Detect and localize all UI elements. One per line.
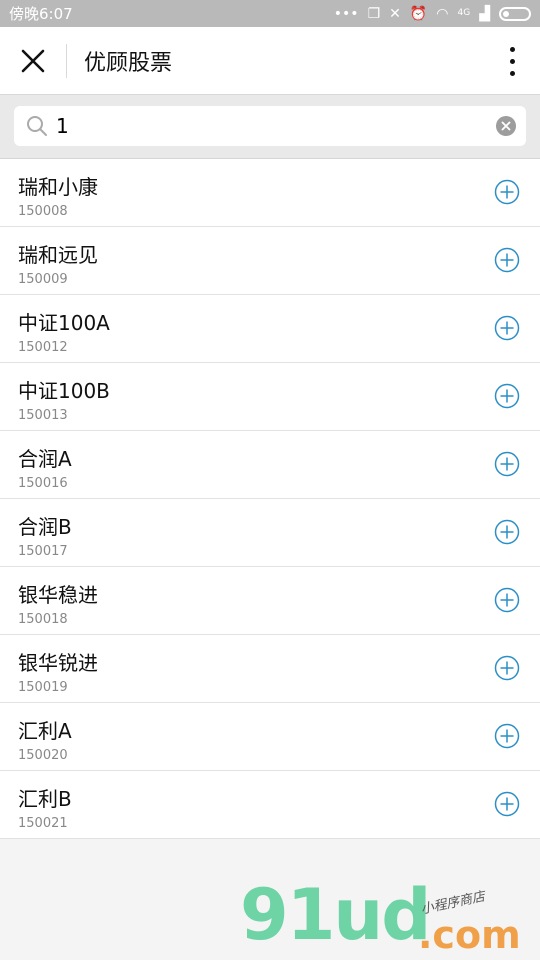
stock-name: 汇利B (18, 787, 72, 811)
stock-name: 合润B (18, 515, 72, 539)
close-button[interactable] (0, 27, 66, 95)
stock-name: 合润A (18, 447, 72, 471)
close-icon (21, 49, 45, 72)
stock-code: 150021 (18, 816, 68, 831)
list-item[interactable]: 合润A 150016 (0, 431, 540, 499)
battery-icon (499, 6, 531, 21)
stock-name: 瑞和小康 (18, 175, 98, 199)
list-item[interactable]: 瑞和远见 150009 (0, 227, 540, 295)
add-icon[interactable] (494, 247, 520, 273)
stock-code: 150019 (18, 680, 68, 695)
stock-code: 150008 (18, 204, 68, 219)
stock-code: 150013 (18, 408, 68, 423)
more-dot-icon (509, 58, 515, 64)
more-dots-icon: ••• (333, 5, 359, 22)
mute-icon: ✕ (389, 5, 401, 22)
add-icon[interactable] (494, 315, 520, 341)
stock-name: 中证100B (18, 379, 110, 403)
list-item[interactable]: 合润B 150017 (0, 499, 540, 567)
more-dot-icon (509, 46, 515, 52)
watermark: 91ud .com 小程序商店 (240, 880, 540, 960)
list-item[interactable]: 汇利A 150020 (0, 703, 540, 771)
status-bar: 傍晚6:07 ••• ❐ ✕ ⏰ ◠ 4G ▟ (0, 0, 540, 27)
watermark-subtitle: 小程序商店 (419, 889, 487, 918)
add-icon[interactable] (494, 179, 520, 205)
watermark-logo: 91ud (240, 874, 431, 956)
status-time: 傍晚6:07 (9, 5, 73, 23)
add-icon[interactable] (494, 519, 520, 545)
stock-code: 150012 (18, 340, 68, 355)
add-icon[interactable] (494, 587, 520, 613)
add-icon[interactable] (494, 655, 520, 681)
network-label: 4G (457, 8, 471, 18)
page-title: 优顾股票 (84, 50, 173, 76)
stock-code: 150018 (18, 612, 68, 627)
list-item[interactable]: 中证100A 150012 (0, 295, 540, 363)
list-item[interactable]: 中证100B 150013 (0, 363, 540, 431)
add-icon[interactable] (494, 791, 520, 817)
list-item[interactable]: 银华稳进 150018 (0, 567, 540, 635)
screen-icon: ❐ (367, 5, 381, 22)
clear-search-button[interactable] (496, 116, 516, 136)
more-options-button[interactable] (500, 27, 524, 95)
add-icon[interactable] (494, 451, 520, 477)
stock-name: 汇利A (18, 719, 72, 743)
stock-name: 瑞和远见 (18, 243, 98, 267)
watermark-suffix: .com (418, 913, 521, 957)
list-item[interactable]: 瑞和小康 150008 (0, 159, 540, 227)
status-icons: ••• ❐ ✕ ⏰ ◠ 4G ▟ (333, 5, 531, 22)
search-icon (27, 116, 47, 136)
add-icon[interactable] (494, 383, 520, 409)
add-icon[interactable] (494, 723, 520, 749)
clear-icon (501, 121, 511, 131)
stock-code: 150020 (18, 748, 68, 763)
more-dot-icon (509, 70, 515, 76)
stock-name: 银华锐进 (18, 651, 98, 675)
list-item[interactable]: 汇利B 150021 (0, 771, 540, 839)
nav-bar: 优顾股票 (0, 27, 540, 95)
stock-code: 150016 (18, 476, 68, 491)
signal-icon: ▟ (479, 5, 490, 22)
list-item[interactable]: 银华锐进 150019 (0, 635, 540, 703)
search-area (0, 95, 540, 159)
stock-list: 瑞和小康 150008 瑞和远见 150009 中证100A 150012 中证… (0, 159, 540, 839)
stock-code: 150017 (18, 544, 68, 559)
alarm-icon: ⏰ (409, 5, 428, 22)
stock-code: 150009 (18, 272, 68, 287)
wifi-icon: ◠ (436, 5, 449, 22)
stock-name: 中证100A (18, 311, 110, 335)
search-box[interactable] (14, 106, 526, 146)
nav-divider (66, 43, 67, 78)
stock-name: 银华稳进 (18, 583, 98, 607)
search-input[interactable] (56, 114, 496, 138)
